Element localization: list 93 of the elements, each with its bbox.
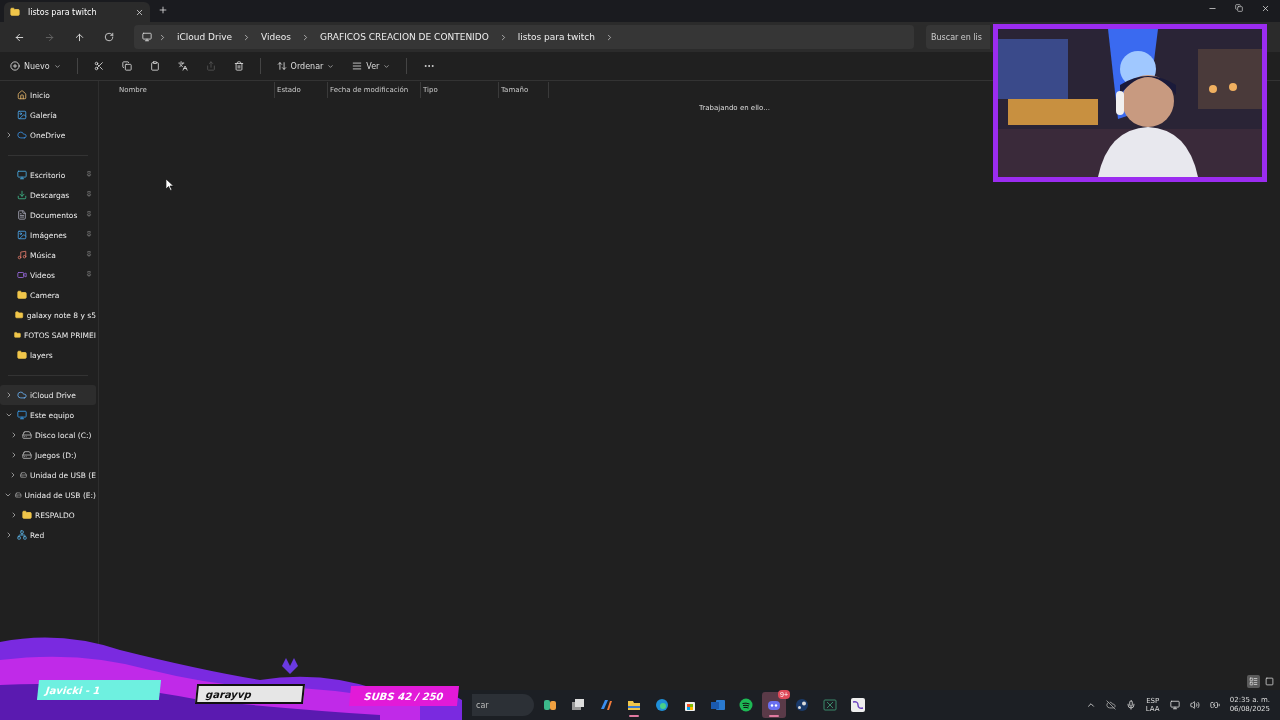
pin-icon [86, 251, 92, 257]
folder-icon [22, 510, 32, 520]
computer-icon [17, 410, 27, 420]
sort-button[interactable]: Ordenar [274, 59, 337, 73]
chevron-right-icon[interactable] [301, 32, 310, 42]
cloud-icon [17, 390, 27, 400]
pin-icon [86, 211, 92, 217]
share-icon [205, 61, 216, 71]
picture-icon [17, 230, 27, 240]
copy-button[interactable] [119, 59, 134, 73]
video-icon [17, 270, 27, 280]
chevron-down-icon[interactable] [4, 491, 12, 499]
plus-icon [10, 61, 20, 71]
swirl-icon [654, 697, 670, 713]
chevron-down-icon [327, 62, 335, 70]
trash-icon [233, 61, 244, 71]
folder-icon [13, 330, 21, 340]
tiles-view-button[interactable] [1263, 675, 1276, 688]
chevron-down-icon [53, 62, 61, 70]
close-icon[interactable] [1261, 3, 1270, 13]
forward-icon [43, 31, 55, 43]
close-icon[interactable] [135, 7, 144, 17]
crossed-box-icon [822, 697, 838, 713]
chevron-right-icon[interactable] [10, 451, 18, 459]
pin-icon [86, 231, 92, 237]
copy-icon [121, 61, 132, 71]
plus-icon [158, 5, 168, 15]
gallery-icon [17, 110, 27, 120]
taskbar-search-field[interactable]: car [472, 694, 534, 716]
pin-icon [86, 191, 92, 197]
copilot-icon [598, 697, 614, 713]
folder-icon [17, 290, 27, 300]
folder-icon [10, 7, 20, 17]
music-app-icon [738, 697, 754, 713]
breadcrumb[interactable]: Videos [257, 32, 295, 42]
widgets-icon [542, 697, 558, 713]
microphone-icon[interactable] [1125, 700, 1136, 710]
goal-label: garayvp [194, 684, 306, 704]
music-icon [17, 250, 27, 260]
restore-icon[interactable] [1235, 3, 1243, 12]
pin-icon [86, 171, 92, 177]
drive-icon [22, 450, 32, 460]
drive-icon [20, 470, 27, 480]
clipboard-icon [149, 61, 160, 71]
chevron-right-icon[interactable] [5, 391, 13, 399]
up-arrow-icon [73, 31, 85, 43]
view-button[interactable]: Ver [350, 59, 393, 73]
desktop-icon [17, 170, 27, 180]
list-icon [1249, 677, 1258, 686]
refresh-icon [104, 32, 114, 42]
details-view-button[interactable] [1247, 675, 1260, 688]
breadcrumb[interactable]: listos para twitch [513, 32, 599, 42]
chevron-right-icon[interactable] [10, 511, 18, 519]
scissors-icon [93, 61, 104, 71]
chevron-right-icon[interactable] [9, 471, 17, 479]
cursor-icon [166, 179, 174, 191]
search-field[interactable]: Buscar en lis [926, 25, 990, 49]
rename-button[interactable] [175, 59, 190, 73]
new-button[interactable]: Nuevo [8, 59, 63, 73]
mail-icon [710, 697, 726, 713]
breadcrumb[interactable]: iCloud Drive [173, 32, 237, 42]
home-icon [17, 90, 27, 100]
download-icon [17, 190, 27, 200]
chevron-down-icon [383, 62, 391, 70]
breadcrumb[interactable]: GRAFICOS CREACION DE CONTENIDO [316, 32, 493, 42]
battery-icon[interactable] [1209, 700, 1220, 710]
chevron-right-icon[interactable] [158, 32, 167, 42]
lines-icon [352, 61, 363, 71]
windows-icon [570, 697, 586, 713]
address-bar[interactable]: iCloud Drive Videos GRAFICOS CREACION DE CONTENIDO listos para twitch [134, 25, 914, 49]
folder-icon [17, 350, 27, 360]
pin-icon [86, 271, 92, 277]
rename-icon [177, 61, 188, 71]
volume-icon[interactable] [1189, 700, 1200, 710]
square-icon [1265, 677, 1274, 686]
document-icon [17, 210, 27, 220]
folder-icon [15, 310, 24, 320]
chevron-up-icon[interactable] [1085, 700, 1096, 710]
tab[interactable]: listos para twitch [4, 2, 150, 22]
drive-icon [15, 490, 22, 500]
drive-icon [22, 430, 32, 440]
chevron-right-icon[interactable] [5, 131, 13, 139]
goal-label: SUBS 42 / 250 [348, 686, 460, 706]
chevron-right-icon[interactable] [10, 431, 18, 439]
cloud-off-icon[interactable] [1105, 700, 1116, 710]
chevron-right-icon[interactable] [5, 531, 13, 539]
back-icon [13, 31, 25, 43]
chevron-down-icon[interactable] [5, 411, 13, 419]
cloud-icon [17, 130, 27, 140]
computer-icon [142, 32, 152, 42]
goal-label: Javicki - 1 [36, 680, 162, 700]
sort-icon [276, 61, 287, 71]
wave-icon [850, 697, 866, 713]
